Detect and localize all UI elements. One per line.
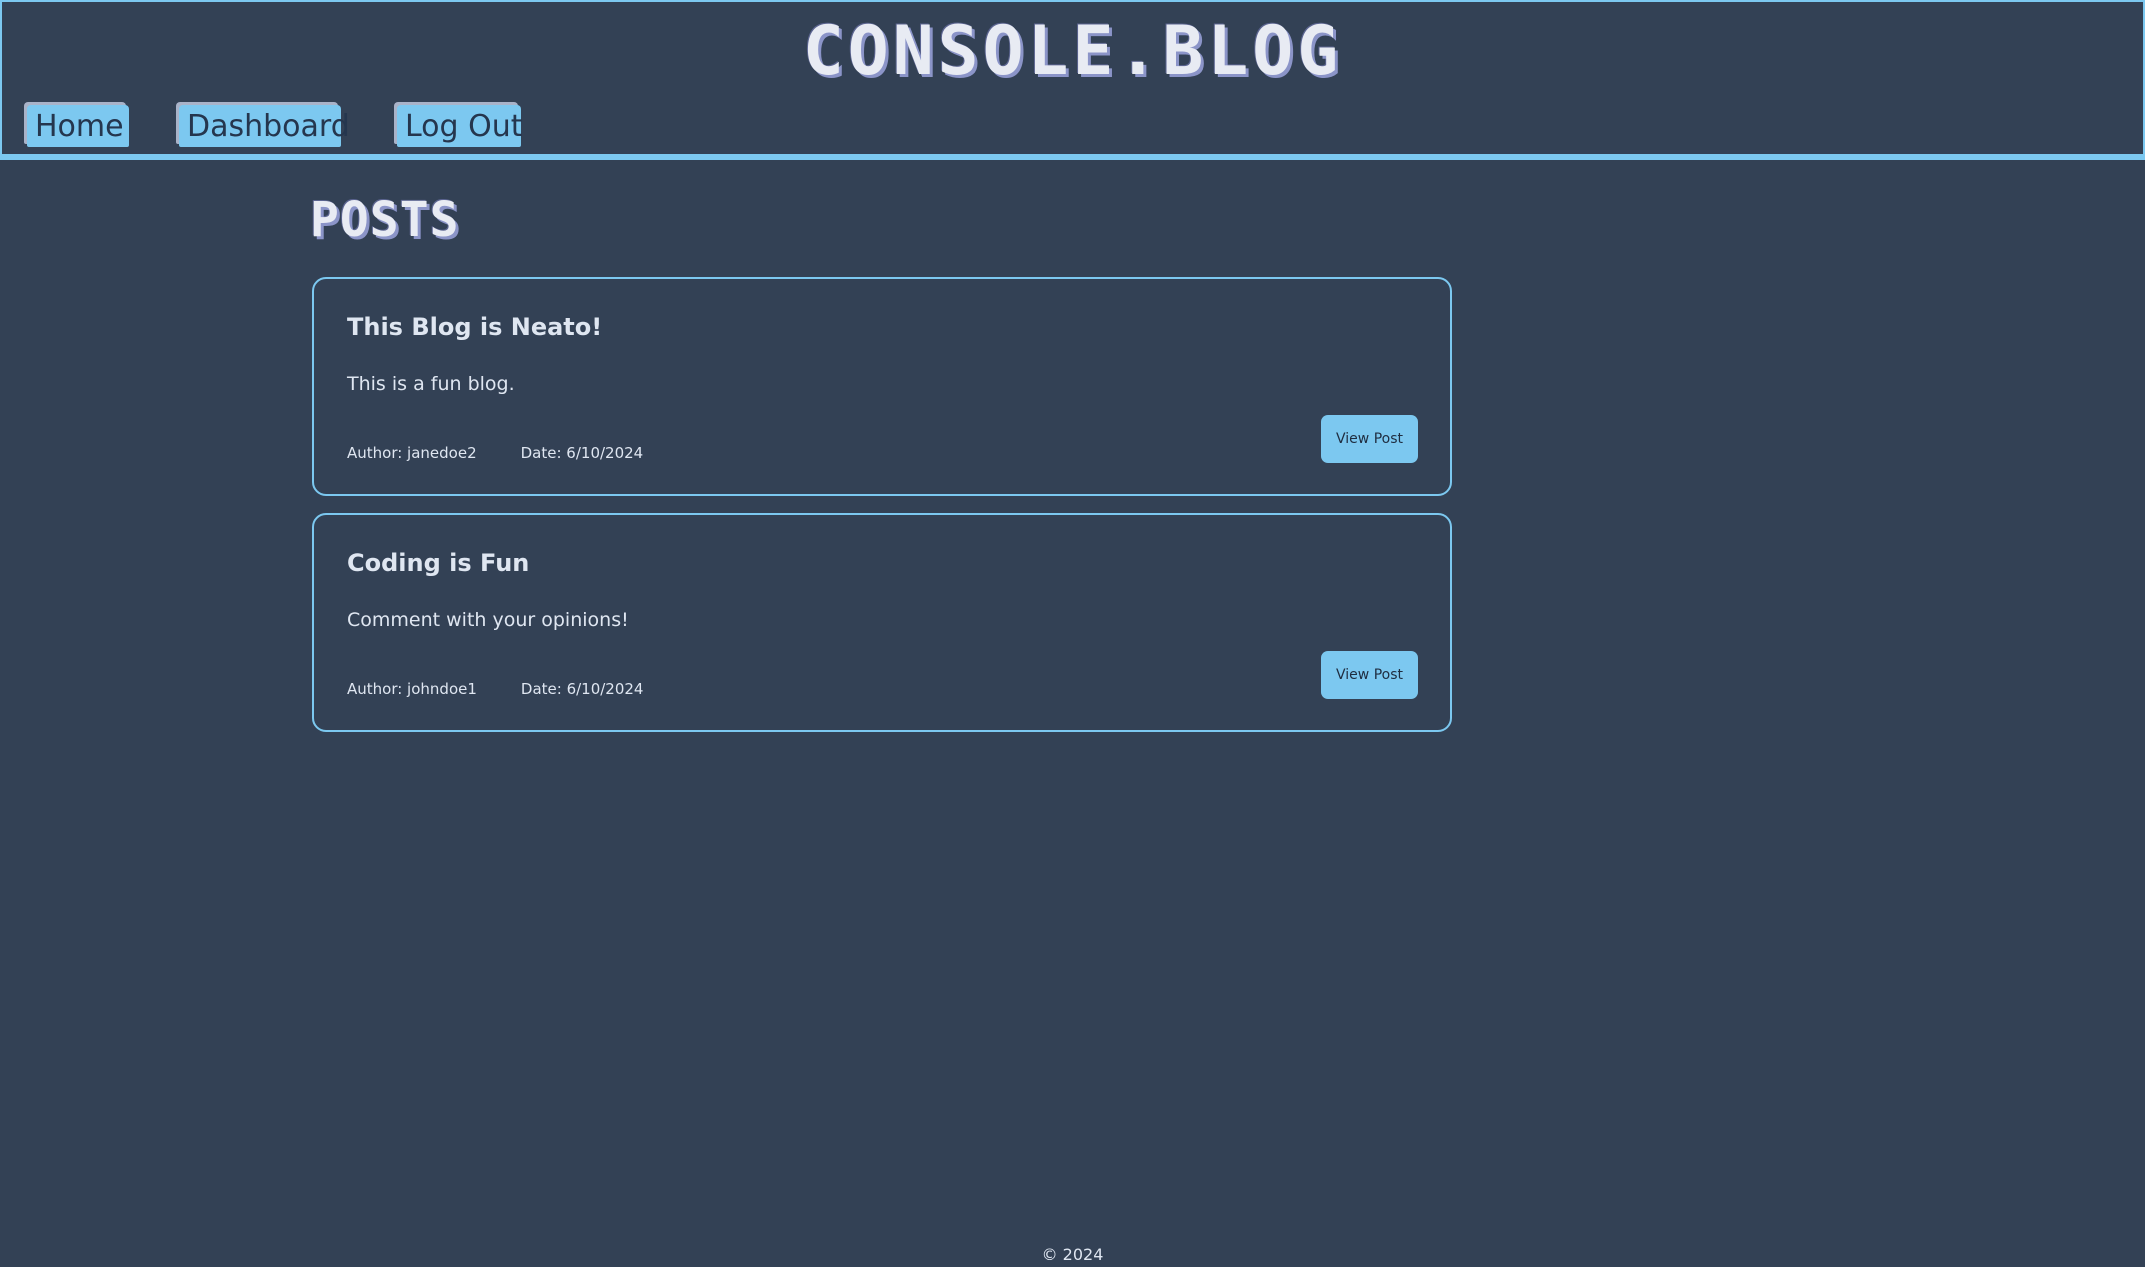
site-footer: © 2024 xyxy=(0,1245,2145,1264)
post-meta: Author: johndoe1 Date: 6/10/2024 xyxy=(347,680,643,698)
post-date: Date: 6/10/2024 xyxy=(520,444,644,462)
post-title: This Blog is Neato! xyxy=(347,313,603,341)
nav-home-button[interactable]: Home xyxy=(27,105,129,147)
nav-dashboard-button[interactable]: Dashboard xyxy=(179,105,350,147)
post-date: Date: 6/10/2024 xyxy=(520,680,644,698)
post-body: Comment with your opinions! xyxy=(347,609,629,631)
page: CONSOLE.BLOG Home Dashboard Log Out POST… xyxy=(0,0,2145,1267)
copyright-text: © 2024 xyxy=(1041,1245,1104,1264)
post-body: This is a fun blog. xyxy=(347,373,515,395)
view-post-button[interactable]: View Post xyxy=(1321,651,1418,699)
nav-logout-button[interactable]: Log Out xyxy=(397,105,523,147)
post-title: Coding is Fun xyxy=(347,549,530,577)
site-title: CONSOLE.BLOG xyxy=(802,12,1343,91)
post-author: Author: johndoe1 xyxy=(347,680,477,698)
post-author: Author: janedoe2 xyxy=(347,444,477,462)
view-post-button[interactable]: View Post xyxy=(1321,415,1418,463)
post-card: Coding is Fun Comment with your opinions… xyxy=(312,513,1452,732)
post-meta: Author: janedoe2 Date: 6/10/2024 xyxy=(347,444,643,462)
site-header: CONSOLE.BLOG Home Dashboard Log Out xyxy=(0,0,2145,160)
posts-heading: POSTS xyxy=(310,192,460,248)
post-card: This Blog is Neato! This is a fun blog. … xyxy=(312,277,1452,496)
